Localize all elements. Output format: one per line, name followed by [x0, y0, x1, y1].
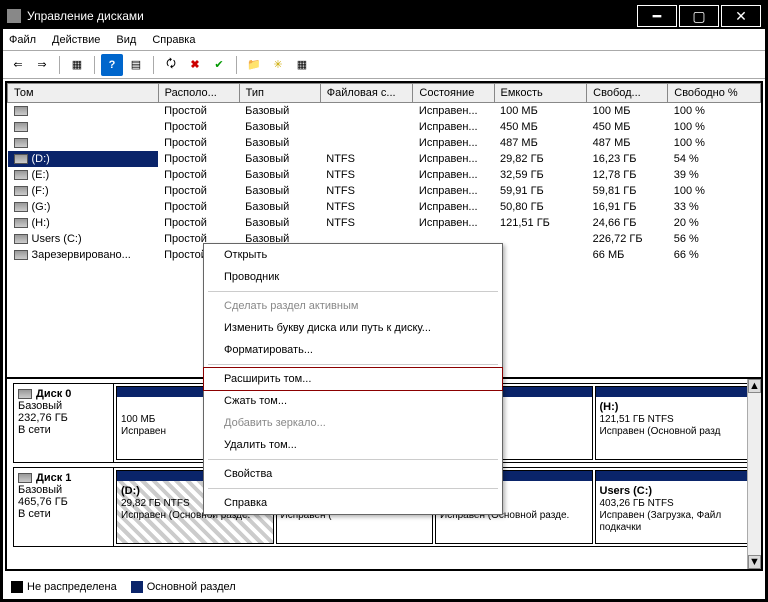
column-header[interactable]: Емкость: [494, 84, 587, 103]
ctx-explorer[interactable]: Проводник: [204, 266, 502, 288]
table-row[interactable]: ПростойБазовыйИсправен...450 МБ450 МБ100…: [8, 119, 761, 135]
column-header[interactable]: Располо...: [158, 84, 239, 103]
legend-primary: Основной раздел: [131, 581, 236, 593]
toolbar: ⇐ ⇒ ▦ ? ▤ 🗘 ✖ ✔ 📁 ✳ ▦: [3, 51, 765, 79]
ctx-delete-volume[interactable]: Удалить том...: [204, 434, 502, 456]
check-icon[interactable]: ✔: [208, 54, 230, 76]
menu-file[interactable]: Файл: [9, 34, 36, 46]
volume-icon: [14, 234, 28, 244]
context-menu: Открыть Проводник Сделать раздел активны…: [203, 243, 503, 515]
ctx-add-mirror[interactable]: Добавить зеркало...: [204, 412, 502, 434]
volume-icon: [14, 154, 28, 164]
volume-icon: [14, 138, 28, 148]
volume-icon: [14, 218, 28, 228]
minimize-button[interactable]: ━: [637, 5, 677, 27]
scroll-up-icon[interactable]: ▲: [748, 379, 761, 393]
column-header[interactable]: Том: [8, 84, 159, 103]
volume-icon: [14, 170, 28, 180]
legend-unallocated: Не распределена: [11, 581, 117, 593]
vertical-scrollbar[interactable]: ▲ ▼: [747, 379, 761, 569]
legend: Не распределена Основной раздел: [11, 581, 236, 593]
ctx-properties[interactable]: Свойства: [204, 463, 502, 485]
maximize-button[interactable]: ▢: [679, 5, 719, 27]
volume-icon: [14, 186, 28, 196]
folder-icon[interactable]: 📁: [243, 54, 265, 76]
disk-icon: [18, 389, 32, 399]
ctx-extend-volume[interactable]: Расширить том...: [203, 367, 503, 391]
help-icon[interactable]: ?: [101, 54, 123, 76]
forward-button[interactable]: ⇒: [31, 54, 53, 76]
menubar: Файл Действие Вид Справка: [3, 29, 765, 51]
table-row[interactable]: (G:)ПростойБазовыйNTFSИсправен...50,80 Г…: [8, 199, 761, 215]
table-row[interactable]: (D:)ПростойБазовыйNTFSИсправен...29,82 Г…: [8, 151, 761, 167]
back-button[interactable]: ⇐: [7, 54, 29, 76]
menu-help[interactable]: Справка: [152, 34, 195, 46]
menu-action[interactable]: Действие: [52, 34, 100, 46]
column-header[interactable]: Тип: [239, 84, 320, 103]
titlebar: Управление дисками ━ ▢ ✕: [3, 3, 765, 29]
show-hide-button[interactable]: ▦: [66, 54, 88, 76]
table-row[interactable]: (F:)ПростойБазовыйNTFSИсправен...59,91 Г…: [8, 183, 761, 199]
partition[interactable]: Users (C:)403,26 ГБ NTFSИсправен (Загруз…: [595, 470, 753, 544]
table-row[interactable]: (E:)ПростойБазовыйNTFSИсправен...32,59 Г…: [8, 167, 761, 183]
close-button[interactable]: ✕: [721, 5, 761, 27]
ctx-shrink-volume[interactable]: Сжать том...: [204, 390, 502, 412]
volume-icon: [14, 250, 28, 260]
column-header[interactable]: Состояние: [413, 84, 494, 103]
scroll-down-icon[interactable]: ▼: [748, 555, 761, 569]
app-icon: [7, 9, 21, 23]
partition[interactable]: (H:)121,51 ГБ NTFSИсправен (Основной раз…: [595, 386, 753, 460]
ctx-open[interactable]: Открыть: [204, 244, 502, 266]
disk-label: Диск 1Базовый465,76 ГБВ сети: [14, 468, 114, 546]
settings-icon[interactable]: ▦: [291, 54, 313, 76]
table-row[interactable]: ПростойБазовыйИсправен...487 МБ487 МБ100…: [8, 135, 761, 151]
ctx-help[interactable]: Справка: [204, 492, 502, 514]
volume-icon: [14, 122, 28, 132]
ctx-change-letter[interactable]: Изменить букву диска или путь к диску...: [204, 317, 502, 339]
table-row[interactable]: ПростойБазовыйИсправен...100 МБ100 МБ100…: [8, 103, 761, 120]
disk-label: Диск 0Базовый232,76 ГБВ сети: [14, 384, 114, 462]
column-header[interactable]: Файловая с...: [320, 84, 413, 103]
table-row[interactable]: (H:)ПростойБазовыйNTFSИсправен...121,51 …: [8, 215, 761, 231]
volume-icon: [14, 202, 28, 212]
volume-icon: [14, 106, 28, 116]
properties-icon[interactable]: ▤: [125, 54, 147, 76]
refresh-icon[interactable]: 🗘: [160, 54, 182, 76]
disk-icon: [18, 473, 32, 483]
window-title: Управление дисками: [27, 9, 635, 23]
menu-view[interactable]: Вид: [116, 34, 136, 46]
new-icon[interactable]: ✳: [267, 54, 289, 76]
ctx-make-active[interactable]: Сделать раздел активным: [204, 295, 502, 317]
column-header[interactable]: Свобод...: [587, 84, 668, 103]
ctx-format[interactable]: Форматировать...: [204, 339, 502, 361]
delete-icon[interactable]: ✖: [184, 54, 206, 76]
column-header[interactable]: Свободно %: [668, 84, 761, 103]
